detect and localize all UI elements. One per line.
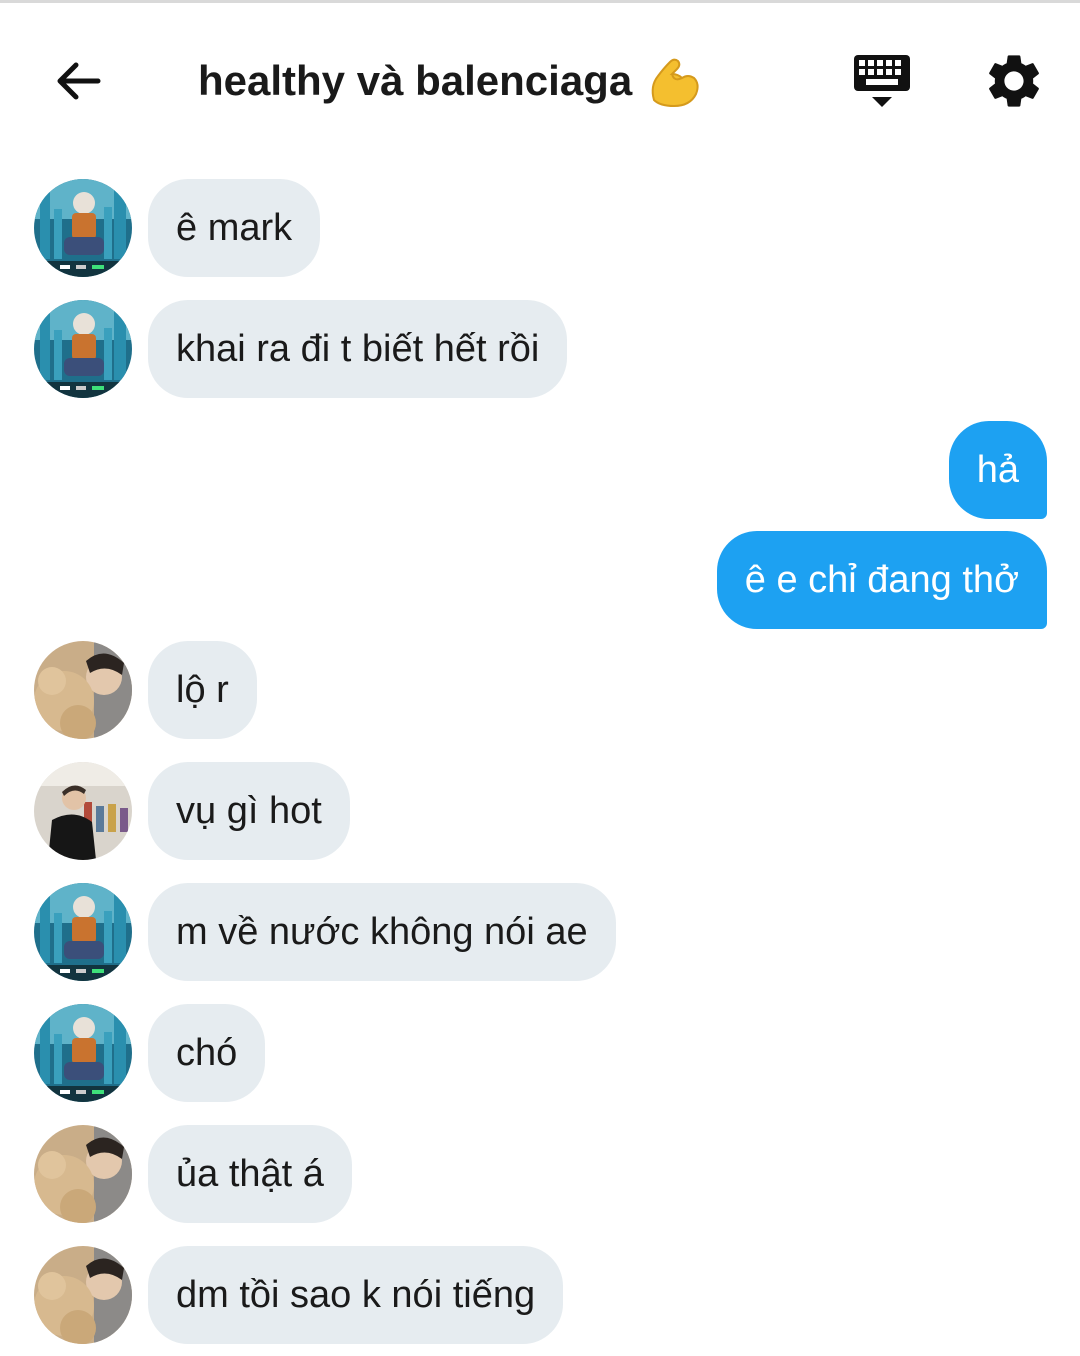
- message-bubble-incoming[interactable]: khai ra đi t biết hết rồi: [148, 300, 568, 398]
- avatar[interactable]: [34, 179, 132, 277]
- message-bubble-incoming[interactable]: ủa thật á: [148, 1125, 352, 1223]
- message-bubble-incoming[interactable]: dm tồi sao k nói tiếng: [148, 1246, 564, 1344]
- gear-icon: [989, 55, 1039, 107]
- back-button[interactable]: [40, 43, 116, 119]
- avatar[interactable]: [34, 1246, 132, 1344]
- flexed-biceps-icon: [644, 52, 702, 110]
- message-bubble-incoming[interactable]: ê mark: [148, 179, 321, 277]
- avatar[interactable]: [34, 300, 132, 398]
- settings-button[interactable]: [982, 49, 1046, 113]
- avatar[interactable]: [34, 883, 132, 981]
- message-bubble-incoming[interactable]: lộ r: [148, 641, 257, 739]
- chat-header: healthy và balenciaga: [0, 3, 1080, 153]
- avatar[interactable]: [34, 1004, 132, 1102]
- message-bubble-incoming[interactable]: m về nước không nói ae: [148, 883, 616, 981]
- keyboard-button[interactable]: [848, 49, 916, 117]
- conversation-name: healthy và balenciaga: [198, 57, 633, 104]
- message-bubble-outgoing[interactable]: ê e chỉ đang thở: [716, 531, 1047, 629]
- message-bubble-incoming[interactable]: chó: [148, 1004, 266, 1102]
- page-title: healthy và balenciaga: [198, 51, 702, 111]
- arrow-left-icon: [57, 62, 101, 100]
- keyboard-icon: [854, 55, 910, 107]
- avatar[interactable]: [34, 641, 132, 739]
- avatar[interactable]: [34, 762, 132, 860]
- message-bubble-incoming[interactable]: vụ gì hot: [148, 762, 350, 860]
- message-bubble-outgoing[interactable]: hả: [948, 421, 1047, 519]
- avatar[interactable]: [34, 1125, 132, 1223]
